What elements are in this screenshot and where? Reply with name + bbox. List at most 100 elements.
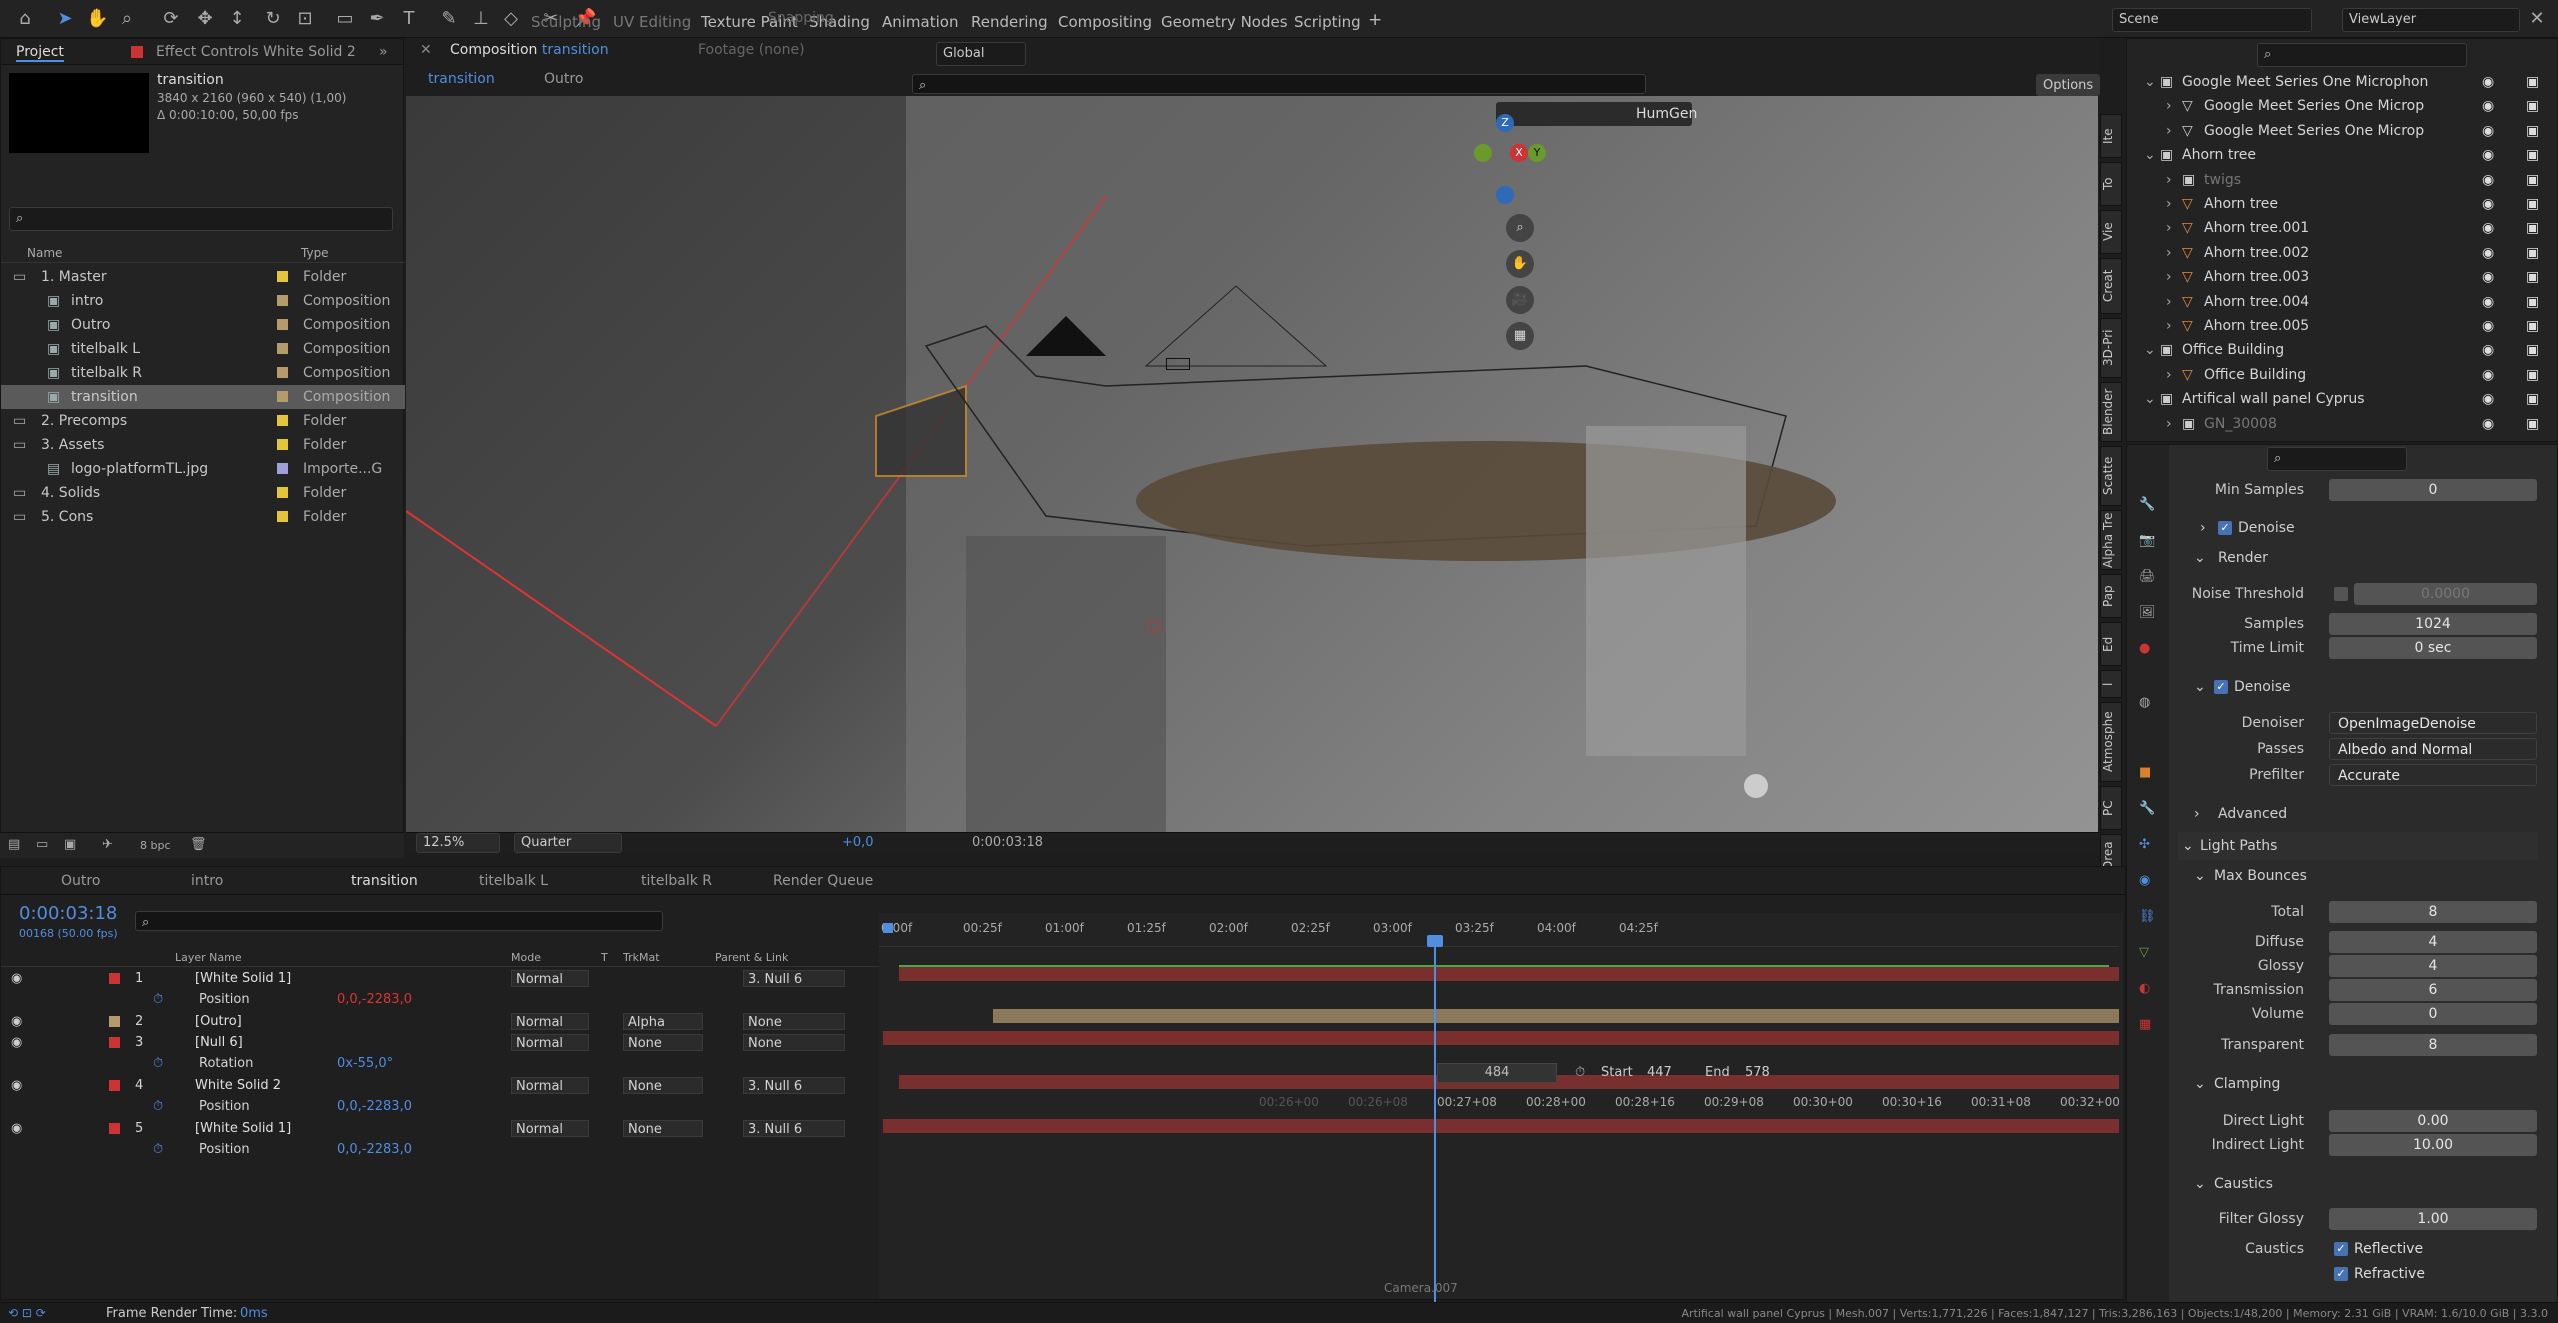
clone-stamp-icon[interactable]: ⊥ [470,8,492,30]
layer-row[interactable]: ◉ 5 [White Solid 1] Normal None 3. Null 6 [1,1118,879,1139]
track-area[interactable]: 0:00f 00:25f 01:00f 01:25f 02:00f 02:25f 03:00… [879,913,2123,1303]
render-camera-icon[interactable]: ▣ [2526,192,2539,216]
comp-timecode[interactable]: 0:00:03:18 [972,835,1043,850]
render-camera-icon[interactable]: ▣ [2526,412,2539,436]
label-color-swatch[interactable] [277,319,288,330]
project-item[interactable]: ▣ transition Composition [1,385,405,409]
collapse-arrow-icon[interactable]: › [2166,241,2172,265]
mode-header[interactable]: Mode [511,951,541,964]
dolly-tool-icon[interactable]: ↕ [226,8,248,30]
object-data-icon[interactable]: ▽ [2139,945,2149,960]
property-row[interactable]: ⏱ Position 0,0,-2283,0 [1,1096,879,1117]
layer-label-swatch[interactable] [109,1080,120,1091]
track-matte-dropdown[interactable]: None [623,1077,703,1094]
property-row[interactable]: ⏱ Rotation 0x-55,0° [1,1053,879,1074]
sidebar-tab[interactable]: Vie [2100,210,2122,254]
expand-arrow-icon[interactable]: ⌄ [2144,143,2156,167]
label-color-swatch[interactable] [277,511,288,522]
blend-mode-dropdown[interactable]: Normal [511,1034,589,1051]
render-camera-icon[interactable]: ▣ [2526,387,2539,411]
track-matte-dropdown[interactable]: Alpha [623,1013,703,1030]
visibility-eye-icon[interactable]: ◉ [2482,265,2494,289]
outliner-item[interactable]: › ▽ Ahorn tree.001 ◉ ▣ [2130,216,2558,240]
sidebar-tab[interactable]: Alpha Tre [2100,510,2122,570]
sidebar-tab[interactable]: l [2100,670,2122,698]
x-axis-icon[interactable]: X [1510,144,1528,162]
render-camera-icon[interactable]: ▣ [2526,70,2539,94]
blend-mode-dropdown[interactable]: Normal [511,1077,589,1094]
blend-mode-dropdown[interactable]: Normal [511,1013,589,1030]
label-color-swatch[interactable] [277,271,288,282]
blend-mode-dropdown[interactable]: Normal [511,970,589,987]
blend-mode-dropdown[interactable]: Normal [511,1120,589,1137]
layer-row[interactable]: ◉ 4 White Solid 2 Normal None 3. Null 6 [1,1075,879,1096]
project-item[interactable]: ▭ 5. Cons Folder [1,505,405,529]
project-item[interactable]: ▣ titelbalk L Composition [1,337,405,361]
expand-arrow-icon[interactable]: ⌄ [2144,387,2156,411]
current-time-display[interactable]: 0:00:03:18 [19,903,117,924]
eraser-tool-icon[interactable]: ◇ [500,8,522,30]
sidebar-tab[interactable]: 3D-Pri [2100,318,2122,378]
blender-frame-ruler[interactable]: 00:26+00 00:26+08 00:27+08 00:28+00 00:28+16… [879,1091,2120,1111]
zoom-dropdown[interactable]: 12.5% [416,833,500,853]
project-item[interactable]: ▭ 4. Solids Folder [1,481,405,505]
close-tab-icon[interactable]: ✕ [420,42,432,58]
project-item[interactable]: ▣ Outro Composition [1,313,405,337]
add-workspace-icon[interactable]: + [1368,10,1382,30]
parent-dropdown[interactable]: 3. Null 6 [743,1077,845,1094]
sidebar-tab[interactable]: Blender [2100,382,2122,442]
camera-view-icon[interactable]: 🎥 [1506,286,1534,314]
z-axis-icon[interactable]: Z [1496,114,1514,132]
outliner-item[interactable]: › ▽ Google Meet Series One Microp ◉ ▣ [2130,94,2558,118]
end-field[interactable]: 578 [1745,1065,1770,1080]
y-neg-axis-icon[interactable] [1474,144,1492,162]
visibility-eye-icon[interactable]: ◉ [2482,70,2494,94]
label-color-swatch[interactable] [277,295,288,306]
layer-row[interactable]: ◉ 2 [Outro] Normal Alpha None [1,1011,879,1032]
project-item[interactable]: ▣ intro Composition [1,289,405,313]
time-ruler[interactable]: 0:00f 00:25f 01:00f 01:25f 02:00f 02:25f 03:00… [879,913,2119,947]
physics-icon[interactable]: ◉ [2139,873,2150,888]
collapse-arrow-icon[interactable]: › [2166,168,2172,192]
view-layer-icon[interactable]: 🖼 [2139,605,2156,620]
property-value[interactable]: 0,0,-2283,0 [337,1139,412,1160]
outliner-item[interactable]: › ▽ Ahorn tree ◉ ▣ [2130,192,2558,216]
visibility-eye-icon[interactable]: ◉ [2482,363,2494,387]
texture-icon[interactable]: ▦ [2139,1017,2151,1032]
options-button[interactable]: Options [2036,74,2100,96]
workspace-tab-geometry-nodes[interactable]: Geometry Nodes [1161,13,1288,31]
layer-row[interactable]: ◉ 1 [White Solid 1] Normal 3. Null 6 [1,968,879,989]
visibility-eye-icon[interactable]: ◉ [2482,168,2494,192]
visibility-eye-icon[interactable]: ◉ [2482,412,2494,436]
render-camera-icon[interactable]: ▣ [2526,338,2539,362]
expand-arrow-icon[interactable]: ⌄ [2144,338,2156,362]
viewport-search-input[interactable]: ⌕ [912,74,1646,94]
render-camera-icon[interactable]: ▣ [2526,241,2539,265]
3d-viewport[interactable]: HumGen Z X Y ⌕ ✋ 🎥 ▦ [406,96,2098,834]
label-color-swatch[interactable] [277,343,288,354]
sidebar-tab[interactable]: Ed [2100,622,2122,666]
layer-visibility-icon[interactable]: ◉ [11,1075,22,1096]
sidebar-tab[interactable]: Scatte [2100,446,2122,506]
visibility-eye-icon[interactable]: ◉ [2482,290,2494,314]
render-camera-icon[interactable]: ▣ [2526,143,2539,167]
track-matte-dropdown[interactable]: None [623,1034,703,1051]
collapse-arrow-icon[interactable]: › [2166,94,2172,118]
tab-effect-controls[interactable]: Effect Controls White Solid 2 [156,44,356,60]
outliner-item[interactable]: › ▣ twigs ◉ ▣ [2130,168,2558,192]
sidebar-tab[interactable]: Atmosphe [2100,702,2122,782]
modifier-icon[interactable]: 🔧 [2139,801,2155,816]
outliner-item[interactable]: ⌄ ▣ Office Building ◉ ▣ [2130,338,2558,362]
label-color-swatch[interactable] [277,415,288,426]
particles-icon[interactable]: ✣ [2139,837,2150,852]
render-camera-icon[interactable]: ▣ [2526,290,2539,314]
workspace-tab-uv-editing[interactable]: UV Editing [613,13,691,31]
layer-visibility-icon[interactable]: ◉ [11,1118,22,1139]
label-color-swatch[interactable] [277,367,288,378]
outliner-item[interactable]: › ▽ Ahorn tree.002 ◉ ▣ [2130,241,2558,265]
project-item[interactable]: ▭ 2. Precomps Folder [1,409,405,433]
collapse-arrow-icon[interactable]: › [2166,314,2172,338]
frame-current-field[interactable]: 484 [1437,1063,1557,1083]
orbit-tool-icon[interactable]: ⟳ [160,8,182,30]
tool-settings-icon[interactable]: 🔧 [2139,497,2155,512]
